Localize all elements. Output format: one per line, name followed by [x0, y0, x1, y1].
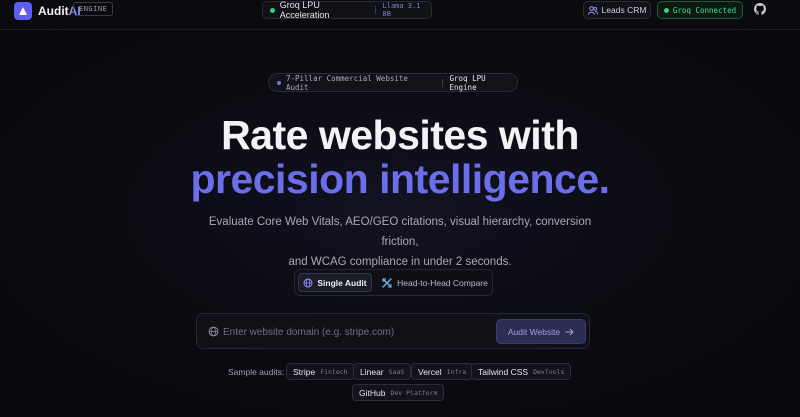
hero-subtitle-line-1: Evaluate Core Web Vitals, AEO/GEO citati… — [208, 216, 592, 248]
logo-mark-icon[interactable] — [14, 2, 32, 20]
groq-status-label: Groq Connected — [672, 5, 737, 15]
acceleration-status-pill: Groq LPU Acceleration Llama 3.1 8B — [262, 0, 432, 20]
model-label: Llama 3.1 8B — [382, 2, 421, 18]
tab-single-audit[interactable]: Single Audit — [298, 273, 372, 292]
sample-name: Stripe — [293, 366, 316, 377]
swap-icon — [382, 277, 392, 288]
sample-chip-vercel[interactable]: Vercel Infra — [411, 363, 474, 380]
domain-search-bar: Audit Website — [196, 313, 590, 349]
leads-crm-button[interactable]: Leads CRM — [583, 1, 651, 19]
acceleration-label: Groq LPU Acceleration — [279, 0, 330, 20]
connected-dot-icon — [663, 7, 669, 13]
sample-tag: DevTools — [533, 367, 565, 376]
sample-chip-github[interactable]: GitHub Dev Platform — [352, 384, 445, 401]
sample-name: GitHub — [359, 387, 386, 398]
sample-chip-tailwind-css[interactable]: Tailwind CSS DevTools — [471, 363, 572, 380]
hero-eyebrow-badge: 7-Pillar Commercial Website Audit Groq L… — [268, 73, 518, 92]
sample-chip-linear[interactable]: Linear SaaS — [353, 363, 412, 380]
globe-icon — [303, 278, 313, 287]
eyebrow-engine-label: Groq LPU Engine — [449, 73, 486, 92]
sample-tag: Infra — [446, 367, 467, 376]
arrow-right-icon — [565, 328, 574, 335]
audit-mode-toggle: Single Audit Head-to-Head Compare — [294, 269, 493, 296]
website-domain-input[interactable] — [223, 323, 483, 341]
leads-crm-label: Leads CRM — [601, 5, 647, 15]
sample-tag: SaaS — [388, 367, 405, 376]
sample-tag: Dev Platform — [390, 388, 438, 397]
top-navigation-bar: AuditAI ENGINE Groq LPU Acceleration Lla… — [0, 0, 800, 30]
tab-single-audit-label: Single Audit — [317, 277, 367, 288]
tab-compare-label: Head-to-Head Compare — [397, 277, 488, 288]
sample-name: Tailwind CSS — [478, 366, 529, 377]
divider — [374, 6, 376, 14]
audit-website-label: Audit Website — [507, 326, 561, 337]
globe-icon — [208, 326, 219, 337]
hero-title-line-2: precision intelligence. — [190, 156, 610, 202]
sample-audits-label: Sample audits: — [228, 367, 285, 377]
hero-title-line-1: Rate websites with — [221, 112, 579, 158]
sample-chip-stripe[interactable]: Stripe Fintech — [286, 363, 355, 380]
sample-tag: Fintech — [320, 367, 348, 376]
hero-subtitle: Evaluate Core Web Vitals, AEO/GEO citati… — [190, 212, 610, 272]
groq-connection-status: Groq Connected — [657, 1, 743, 19]
github-icon[interactable] — [754, 3, 766, 15]
divider — [441, 78, 443, 87]
users-icon — [587, 5, 598, 15]
sample-name: Linear — [360, 366, 384, 377]
engine-badge: ENGINE — [73, 2, 114, 16]
audit-website-button[interactable]: Audit Website — [496, 319, 586, 344]
eyebrow-audit-label: 7-Pillar Commercial Website Audit — [285, 73, 408, 92]
status-dot-icon — [270, 7, 275, 13]
tab-head-to-head-compare[interactable]: Head-to-Head Compare — [379, 273, 491, 292]
eyebrow-dot-icon — [277, 80, 281, 85]
sample-name: Vercel — [418, 366, 442, 377]
